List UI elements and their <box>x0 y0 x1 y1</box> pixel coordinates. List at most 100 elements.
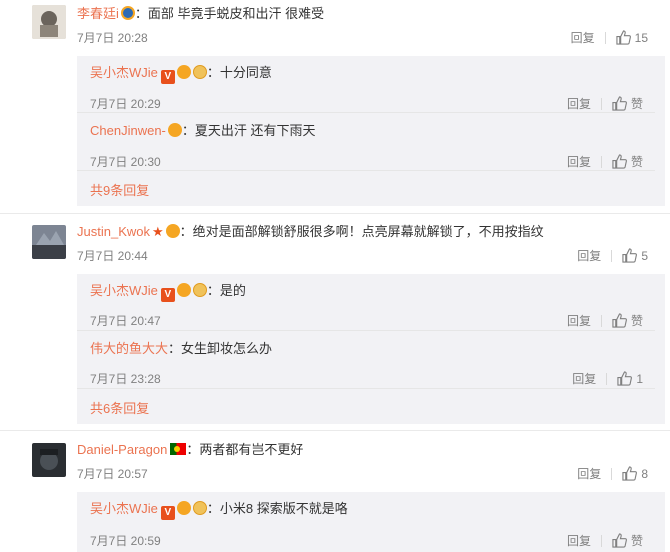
verified-v-icon: V <box>160 70 175 84</box>
avatar[interactable] <box>32 443 66 477</box>
reply-button[interactable]: 回复 <box>571 31 595 45</box>
reply-button[interactable]: 回复 <box>577 467 601 481</box>
divider <box>611 250 613 262</box>
thumbs-up-icon <box>612 96 627 111</box>
reply-text: ：小米8 探索版不就是咯 <box>206 501 348 516</box>
like-label: 赞 <box>630 534 643 548</box>
comment-actions: 回复 5 <box>577 247 648 265</box>
like-button[interactable]: 15 <box>616 30 648 45</box>
reply-actions: 回复 赞 <box>567 532 643 550</box>
like-button[interactable]: 赞 <box>612 96 643 111</box>
thumbs-up-icon <box>612 154 627 169</box>
reply-list: 吴小杰WJie V ：小米8 探索版不就是咯 7月7日 20:59 回复 赞 <box>77 492 665 552</box>
like-count: 15 <box>634 31 648 45</box>
like-button[interactable]: 5 <box>622 248 648 263</box>
reply-username[interactable]: ChenJinwen- <box>90 123 166 138</box>
divider <box>611 468 613 480</box>
reply-actions: 回复 赞 <box>567 312 643 330</box>
reply-button[interactable]: 回复 <box>567 314 591 328</box>
comment-time: 7月7日 20:57 <box>77 467 148 481</box>
avatar[interactable] <box>32 5 66 39</box>
like-button[interactable]: 赞 <box>612 533 643 548</box>
reply-actions: 回复 赞 <box>567 153 643 171</box>
comment-actions: 回复 15 <box>571 29 648 47</box>
medal-icon <box>176 501 191 515</box>
reply-item: 伟大的鱼大大：女生卸妆怎么办 7月7日 23:28 回复 1 <box>90 340 665 390</box>
flag-icon <box>170 443 187 455</box>
comment-time: 7月7日 20:28 <box>77 31 148 45</box>
verified-v-icon: V <box>160 288 175 302</box>
reply-button[interactable]: 回复 <box>567 534 591 548</box>
reply-time: 7月7日 20:47 <box>90 314 161 328</box>
reply-item: 吴小杰WJie V ：十分同意 7月7日 20:29 回复 赞 <box>90 64 665 114</box>
comment-username[interactable]: Justin_Kwok <box>77 224 150 239</box>
like-label: 赞 <box>630 97 643 111</box>
medal-icon <box>176 283 191 297</box>
medal-icon <box>165 224 180 238</box>
divider <box>77 170 655 171</box>
reply-username[interactable]: 伟大的鱼大大 <box>90 341 168 356</box>
thumbs-up-icon <box>612 313 627 328</box>
divider <box>606 373 608 385</box>
reply-button[interactable]: 回复 <box>567 155 591 169</box>
comment-time: 7月7日 20:44 <box>77 249 148 263</box>
like-button[interactable]: 赞 <box>612 313 643 328</box>
reply-actions: 回复 1 <box>572 370 643 388</box>
more-replies-link[interactable]: 共6条回复 <box>90 400 149 418</box>
like-button[interactable]: 1 <box>617 371 643 386</box>
reply-button[interactable]: 回复 <box>567 97 591 111</box>
comment-text: ：面部 毕竟手蜕皮和出汗 很难受 <box>134 6 325 21</box>
medal-icon <box>176 65 191 79</box>
reply-text: ：是的 <box>206 283 246 298</box>
divider <box>600 315 602 327</box>
medal-icon <box>192 65 207 79</box>
divider <box>600 535 602 547</box>
like-button[interactable]: 8 <box>622 466 648 481</box>
divider <box>0 213 670 214</box>
reply-time: 7月7日 20:29 <box>90 97 161 111</box>
reply-button[interactable]: 回复 <box>572 372 596 386</box>
reply-list: 吴小杰WJie V ：是的 7月7日 20:47 回复 赞 伟大的鱼大大：女生卸妆怎么… <box>77 274 665 424</box>
reply-actions: 回复 赞 <box>567 95 643 113</box>
star-icon: ★ <box>151 224 164 239</box>
reply-time: 7月7日 20:30 <box>90 155 161 169</box>
reply-username[interactable]: 吴小杰WJie <box>90 65 158 80</box>
like-count: 5 <box>641 249 648 263</box>
like-count: 1 <box>636 372 643 386</box>
comment-body: Justin_Kwok ★ ：绝对是面部解锁舒服很多啊！点亮屏幕就解锁了，不用按指纹 <box>77 223 544 241</box>
reply-text: ：十分同意 <box>206 65 272 80</box>
like-button[interactable]: 赞 <box>612 154 643 169</box>
thumbs-up-icon <box>622 466 638 481</box>
medal-icon <box>192 283 207 297</box>
comment-body: Daniel-Paragon ：两者都有岂不更好 <box>77 441 303 459</box>
reply-username[interactable]: 吴小杰WJie <box>90 501 158 516</box>
divider <box>77 112 655 113</box>
divider <box>0 430 670 431</box>
thumbs-up-icon <box>622 248 638 263</box>
comment-text: ：两者都有岂不更好 <box>186 442 304 457</box>
more-replies-link[interactable]: 共9条回复 <box>90 182 149 200</box>
thumbs-up-icon <box>612 533 627 548</box>
avatar[interactable] <box>32 225 66 259</box>
comment-username[interactable]: 李春廷i <box>77 6 119 21</box>
reply-item: ChenJinwen- ：夏天出汗 还有下雨天 7月7日 20:30 回复 赞 <box>90 122 665 172</box>
divider <box>600 156 602 168</box>
reply-list: 吴小杰WJie V ：十分同意 7月7日 20:29 回复赞 ChenJinwen-… <box>77 56 665 206</box>
comment-actions: 回复 8 <box>577 465 648 483</box>
reply-text: ：夏天出汗 还有下雨天 <box>181 123 316 138</box>
reply-text: ：女生卸妆怎么办 <box>168 341 273 356</box>
reply-username[interactable]: 吴小杰WJie <box>90 283 158 298</box>
reply-button[interactable]: 回复 <box>577 249 601 263</box>
comment-username[interactable]: Daniel-Paragon <box>77 442 167 457</box>
reply-time: 7月7日 20:59 <box>90 534 161 548</box>
like-count: 8 <box>641 467 648 481</box>
verified-v-icon: V <box>160 506 175 520</box>
comment-body: 李春廷i ：面部 毕竟手蜕皮和出汗 很难受 <box>77 5 324 23</box>
user-badge-icon <box>120 6 135 20</box>
divider <box>604 32 606 44</box>
medal-icon <box>192 501 207 515</box>
like-label: 赞 <box>630 155 643 169</box>
like-label: 赞 <box>630 314 643 328</box>
reply-time: 7月7日 23:28 <box>90 372 161 386</box>
divider <box>600 98 602 110</box>
